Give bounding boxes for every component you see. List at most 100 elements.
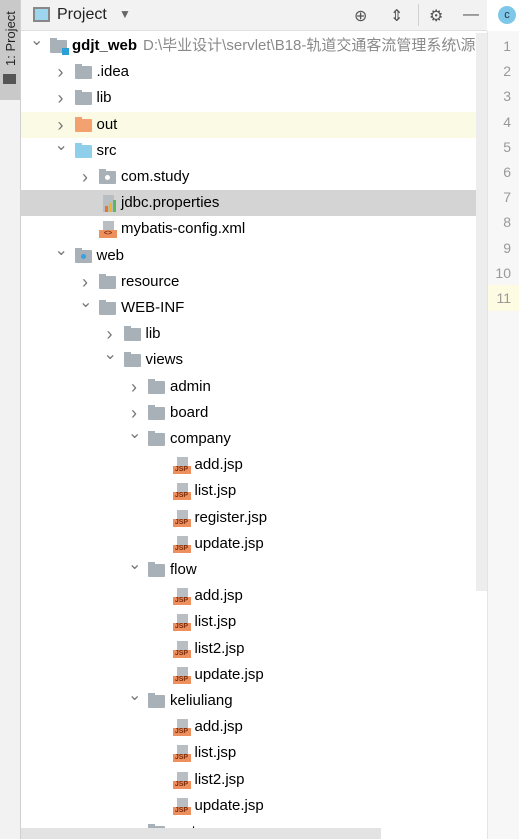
item-name: web <box>96 246 125 264</box>
tree-item-label: register.jsp <box>195 505 268 531</box>
tree-item-label: add.jsp <box>195 452 243 478</box>
tree-item[interactable]: JSP list.jsp <box>21 478 476 504</box>
tree-item[interactable]: JSP update.jsp <box>21 662 476 688</box>
chevron-down-icon[interactable]: ⌄ <box>55 238 68 264</box>
tree-item[interactable]: ⌄ keliuliang <box>21 687 476 714</box>
tree-item-label: keliuliang <box>170 688 233 714</box>
tree-item[interactable]: › board <box>21 400 476 426</box>
tree-item[interactable]: ⌄ src <box>21 137 476 164</box>
tree-item-label: company <box>170 426 231 452</box>
item-name: .idea <box>96 63 130 81</box>
file-badge: JSP <box>172 754 191 763</box>
module-path: D:\毕业设计\servlet\B18-轨道交通客流管理系统\源 <box>143 37 476 54</box>
chevron-down-icon[interactable]: ⌄ <box>128 683 141 709</box>
item-name: add.jsp <box>194 456 243 474</box>
tree-item[interactable]: JSP add.jsp <box>21 714 476 740</box>
folder-icon <box>74 142 92 158</box>
tree-item[interactable]: › com.study <box>21 164 476 190</box>
item-name: add.jsp <box>194 718 243 736</box>
item-name: jdbc.properties <box>121 194 220 212</box>
item-name: mybatis-config.xml <box>121 220 246 238</box>
chevron-down-icon[interactable]: ⌄ <box>128 552 141 578</box>
project-tree[interactable]: ⌄ gdjt_web D:\毕业设计\servlet\B18-轨道交通客流管理系统\… <box>21 33 476 839</box>
line-number: 3 <box>503 88 511 105</box>
folder-icon <box>123 326 141 342</box>
tree-item-label: list.jsp <box>195 609 237 635</box>
tree-item[interactable]: JSP update.jsp <box>21 793 476 819</box>
tree-item[interactable]: JSP list.jsp <box>21 609 476 635</box>
tree-item[interactable]: ⌄ WEB-INF <box>21 294 476 321</box>
tree-item-label: add.jsp <box>195 714 243 740</box>
folder-icon <box>3 74 16 84</box>
jsp-file-icon: JSP <box>172 588 191 606</box>
line-number: 11 <box>488 285 519 311</box>
project-view-icon <box>33 7 50 22</box>
tree-item-label: flow <box>170 557 197 583</box>
project-view-title[interactable]: Project <box>57 6 107 24</box>
item-name: out <box>96 115 118 133</box>
line-number: 5 <box>503 138 511 155</box>
chevron-right-icon[interactable]: › <box>55 59 67 85</box>
collapse-all-icon[interactable]: ⇕ <box>390 6 403 26</box>
tree-item[interactable]: JSP add.jsp <box>21 452 476 478</box>
file-badge: JSP <box>172 597 191 606</box>
tree-item[interactable]: <> mybatis-config.xml <box>21 216 476 242</box>
tree-item[interactable]: JSP register.jsp <box>21 505 476 531</box>
tree-item[interactable]: JSP list2.jsp <box>21 767 476 793</box>
tree-item[interactable]: JSP list2.jsp <box>21 636 476 662</box>
class-file-tab-icon[interactable]: c <box>498 6 516 24</box>
tree-item[interactable]: ⌄ web <box>21 242 476 269</box>
chevron-right-icon[interactable]: › <box>79 164 91 190</box>
package-icon <box>99 169 116 184</box>
file-badge: JSP <box>172 544 191 553</box>
chevron-right-icon[interactable]: › <box>128 374 140 400</box>
gear-icon[interactable]: ⚙ <box>429 6 443 26</box>
properties-file-icon <box>99 195 117 213</box>
chevron-down-icon[interactable]: ⌄ <box>128 421 141 447</box>
minimize-icon[interactable]: — <box>463 6 479 24</box>
folder-icon <box>123 352 141 368</box>
chevron-down-icon[interactable]: ▼ <box>119 7 131 21</box>
tree-item[interactable]: JSP list.jsp <box>21 740 476 766</box>
chevron-down-icon[interactable]: ⌄ <box>104 342 117 368</box>
tree-item[interactable]: › admin <box>21 374 476 400</box>
item-name: board <box>170 403 209 421</box>
item-name: lib <box>96 89 112 107</box>
locate-icon[interactable]: ⊕ <box>354 6 367 26</box>
tree-item[interactable]: JSP add.jsp <box>21 583 476 609</box>
item-name: company <box>170 430 231 447</box>
folder-icon <box>99 300 116 315</box>
chevron-down-icon[interactable]: ⌄ <box>79 290 92 316</box>
tree-item-label: WEB-INF <box>121 295 184 321</box>
tree-item[interactable]: jdbc.properties <box>21 190 476 217</box>
tree-item[interactable]: › out <box>21 111 476 138</box>
tree-item[interactable]: › .idea <box>21 59 476 85</box>
chevron-down-icon[interactable]: ⌄ <box>55 133 68 159</box>
jsp-file-icon: JSP <box>172 614 191 632</box>
tree-item[interactable]: ⌄ company <box>21 425 476 452</box>
jsp-file-icon: JSP <box>172 771 191 789</box>
horizontal-scrollbar[interactable] <box>21 828 381 839</box>
tree-item[interactable]: JSP update.jsp <box>21 531 476 557</box>
tree-item-label: src <box>97 138 117 164</box>
tree-item[interactable]: ⌄ gdjt_web D:\毕业设计\servlet\B18-轨道交通客流管理系统\… <box>21 33 476 59</box>
tree-item-label: jdbc.properties <box>121 190 219 216</box>
file-badge: <> <box>99 230 117 239</box>
tree-item-label: list2.jsp <box>195 767 245 793</box>
item-name: update.jsp <box>194 665 264 683</box>
tree-item[interactable]: › lib <box>21 85 476 111</box>
item-name: update.jsp <box>194 796 264 814</box>
tree-item-label: list.jsp <box>195 478 237 504</box>
chevron-right-icon[interactable]: › <box>55 85 67 111</box>
xml-file-icon: <> <box>99 221 117 239</box>
jsp-file-icon: JSP <box>172 640 191 658</box>
chevron-down-icon[interactable]: ⌄ <box>30 33 43 54</box>
folder-icon <box>74 116 92 132</box>
tree-item[interactable]: ⌄ views <box>21 346 476 373</box>
jsp-file-icon: JSP <box>172 457 191 475</box>
tree-item[interactable]: › lib <box>21 321 476 347</box>
tree-item[interactable]: ⌄ flow <box>21 556 476 583</box>
tree-item-label: resource <box>121 269 179 295</box>
item-name: register.jsp <box>194 508 268 526</box>
project-tool-tab[interactable]: 1: Project <box>0 0 20 100</box>
